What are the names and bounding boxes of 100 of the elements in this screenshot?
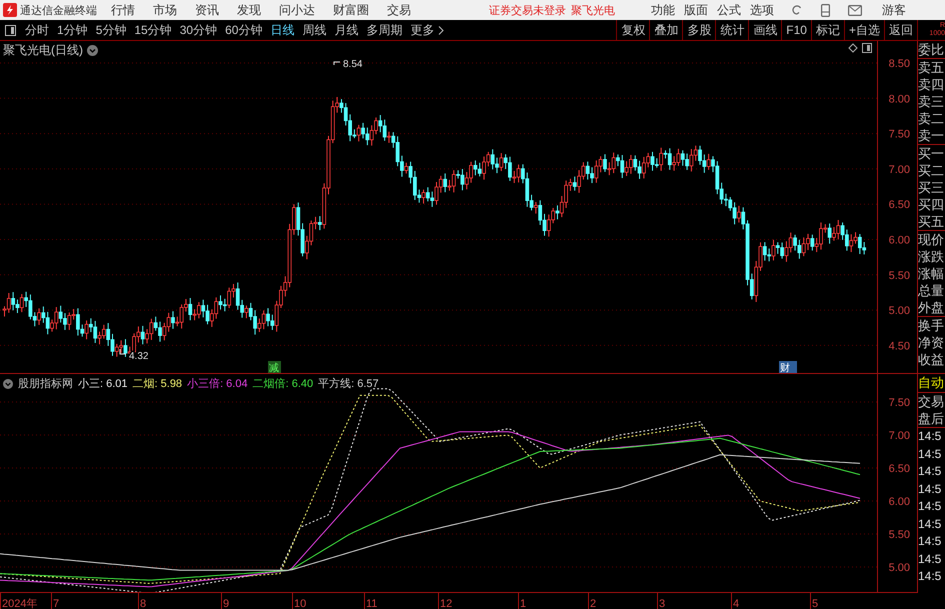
- indicator-value: 二烟倍: 6.40: [252, 377, 314, 391]
- price-tick: 5.50: [888, 270, 910, 282]
- indicator-tick: 7.50: [888, 397, 910, 409]
- leader-line: [120, 348, 126, 354]
- quote-label: 卖四: [918, 76, 945, 93]
- date-label: 10: [294, 598, 306, 609]
- trade-time: 14:5: [918, 480, 942, 498]
- indicator-tick: 5.00: [888, 562, 910, 574]
- date-label: 4: [733, 598, 740, 609]
- quote-label: 委比: [918, 41, 945, 58]
- period-tab[interactable]: 多周期: [362, 20, 406, 40]
- date-label: 2: [590, 598, 596, 609]
- toolbar-button[interactable]: 标记: [810, 20, 844, 40]
- price-tick: 8.00: [888, 93, 910, 106]
- quote-label: 卖五: [918, 59, 945, 76]
- period-tab[interactable]: 月线: [330, 20, 362, 40]
- toolbar-button[interactable]: 返回: [884, 20, 917, 40]
- menu-item[interactable]: 问小达: [279, 2, 315, 18]
- indicator-value: 平方线: 6.57: [318, 376, 379, 391]
- refresh-icon[interactable]: [791, 4, 803, 16]
- trade-label: 盘后: [918, 410, 945, 427]
- menu-item[interactable]: 资讯: [195, 2, 219, 18]
- menu-item[interactable]: 财富圈: [333, 2, 369, 18]
- quote-label: 买四: [918, 196, 945, 213]
- date-label: 7: [53, 598, 60, 609]
- quote-label: 卖一: [918, 127, 945, 144]
- price-tick: 7.00: [888, 164, 910, 176]
- trade-time: 14:5: [918, 498, 942, 515]
- trade-time: 14:5: [918, 446, 942, 462]
- stock-name: 聚飞光电: [571, 4, 615, 18]
- quote-label: 卖三: [918, 93, 945, 110]
- indicator-name: 股朋指标网: [18, 377, 73, 391]
- diamond-icon[interactable]: [848, 43, 858, 53]
- period-tab[interactable]: 15分钟: [130, 20, 176, 40]
- period-tab[interactable]: 周线: [298, 20, 330, 40]
- menu-item[interactable]: 公式: [717, 2, 741, 18]
- toolbar-button[interactable]: F10: [781, 20, 811, 40]
- toolbar-button[interactable]: 画线: [748, 20, 782, 40]
- quote-label: 现价: [918, 231, 945, 248]
- chevron-right-icon[interactable]: [438, 26, 444, 34]
- menu-item[interactable]: 选项: [750, 2, 774, 18]
- toolbar-button[interactable]: 叠加: [649, 20, 682, 40]
- trade-time: 14:5: [918, 516, 942, 532]
- trade-label: 交易: [918, 393, 945, 410]
- quote-label: 换手: [918, 317, 945, 334]
- price-tick: 6.50: [888, 199, 910, 212]
- indicator-tick: 6.50: [888, 463, 910, 475]
- indicator-tick: 6.00: [888, 496, 910, 508]
- menu-item[interactable]: 发现: [237, 2, 261, 18]
- indicator-value: 小三倍: 6.04: [187, 377, 248, 391]
- menu-item[interactable]: 市场: [153, 2, 177, 18]
- period-tab[interactable]: 分时: [21, 20, 53, 40]
- panel-toggle-icon[interactable]: [5, 24, 16, 36]
- date-label: 1: [520, 598, 526, 609]
- menu-item[interactable]: 交易: [387, 2, 411, 18]
- indicator-tick: 5.50: [888, 529, 910, 541]
- app-title: 通达信金融终端: [20, 4, 97, 18]
- toolbar-button[interactable]: 统计: [715, 20, 748, 40]
- toolbar-button[interactable]: 复权: [616, 20, 650, 40]
- period-tab[interactable]: 5分钟: [92, 20, 130, 40]
- date-label: 5: [812, 598, 818, 609]
- logo-icon: [3, 3, 17, 17]
- phone-icon[interactable]: [821, 4, 830, 16]
- period-tab[interactable]: 1分钟: [53, 20, 92, 40]
- chevron-down-icon[interactable]: [87, 45, 98, 56]
- panel-icon[interactable]: [862, 43, 872, 53]
- date-label: 3: [659, 598, 666, 609]
- quote-label: 买三: [918, 179, 945, 196]
- period-tab[interactable]: 60分钟: [221, 20, 266, 40]
- more-menu[interactable]: 更多: [406, 20, 438, 40]
- leader-line: [334, 62, 340, 66]
- quote-label: 收益: [918, 351, 945, 368]
- menu-item[interactable]: 版面: [684, 2, 708, 18]
- period-tab[interactable]: 30分钟: [176, 20, 222, 40]
- toolbar-button[interactable]: +自选: [844, 20, 884, 40]
- login-notice[interactable]: 证券交易未登录: [489, 2, 566, 18]
- date-label: 11: [366, 598, 378, 609]
- event-marker[interactable]: 财: [779, 361, 797, 373]
- menu-item[interactable]: 行情: [111, 2, 135, 18]
- trade-time: 14:5: [918, 463, 942, 480]
- quote-label: 买一: [918, 145, 945, 162]
- trade-time: 14:5: [918, 550, 942, 568]
- quote-label: 总量: [918, 282, 945, 299]
- user-label[interactable]: 游客: [882, 2, 906, 18]
- date-label: 9: [223, 598, 230, 609]
- date-label: 8: [140, 598, 146, 609]
- event-marker[interactable]: 减: [268, 361, 281, 373]
- trade-time: 14:5: [918, 428, 942, 445]
- quote-label: 买二: [918, 162, 945, 179]
- period-tab[interactable]: 日线: [266, 20, 298, 40]
- mail-icon[interactable]: [848, 4, 862, 16]
- quote-label: 买五: [918, 213, 945, 230]
- price-tick: 6.00: [888, 234, 910, 246]
- price-tick: 7.50: [888, 128, 910, 141]
- chart-title: 聚飞光电(日线): [3, 42, 83, 59]
- menu-item[interactable]: 功能: [651, 2, 675, 18]
- toolbar-button[interactable]: 多股: [682, 20, 716, 40]
- date-label: 2024年: [2, 598, 38, 609]
- chevron-down-icon[interactable]: [3, 378, 13, 388]
- mode-label[interactable]: 自动: [918, 374, 945, 393]
